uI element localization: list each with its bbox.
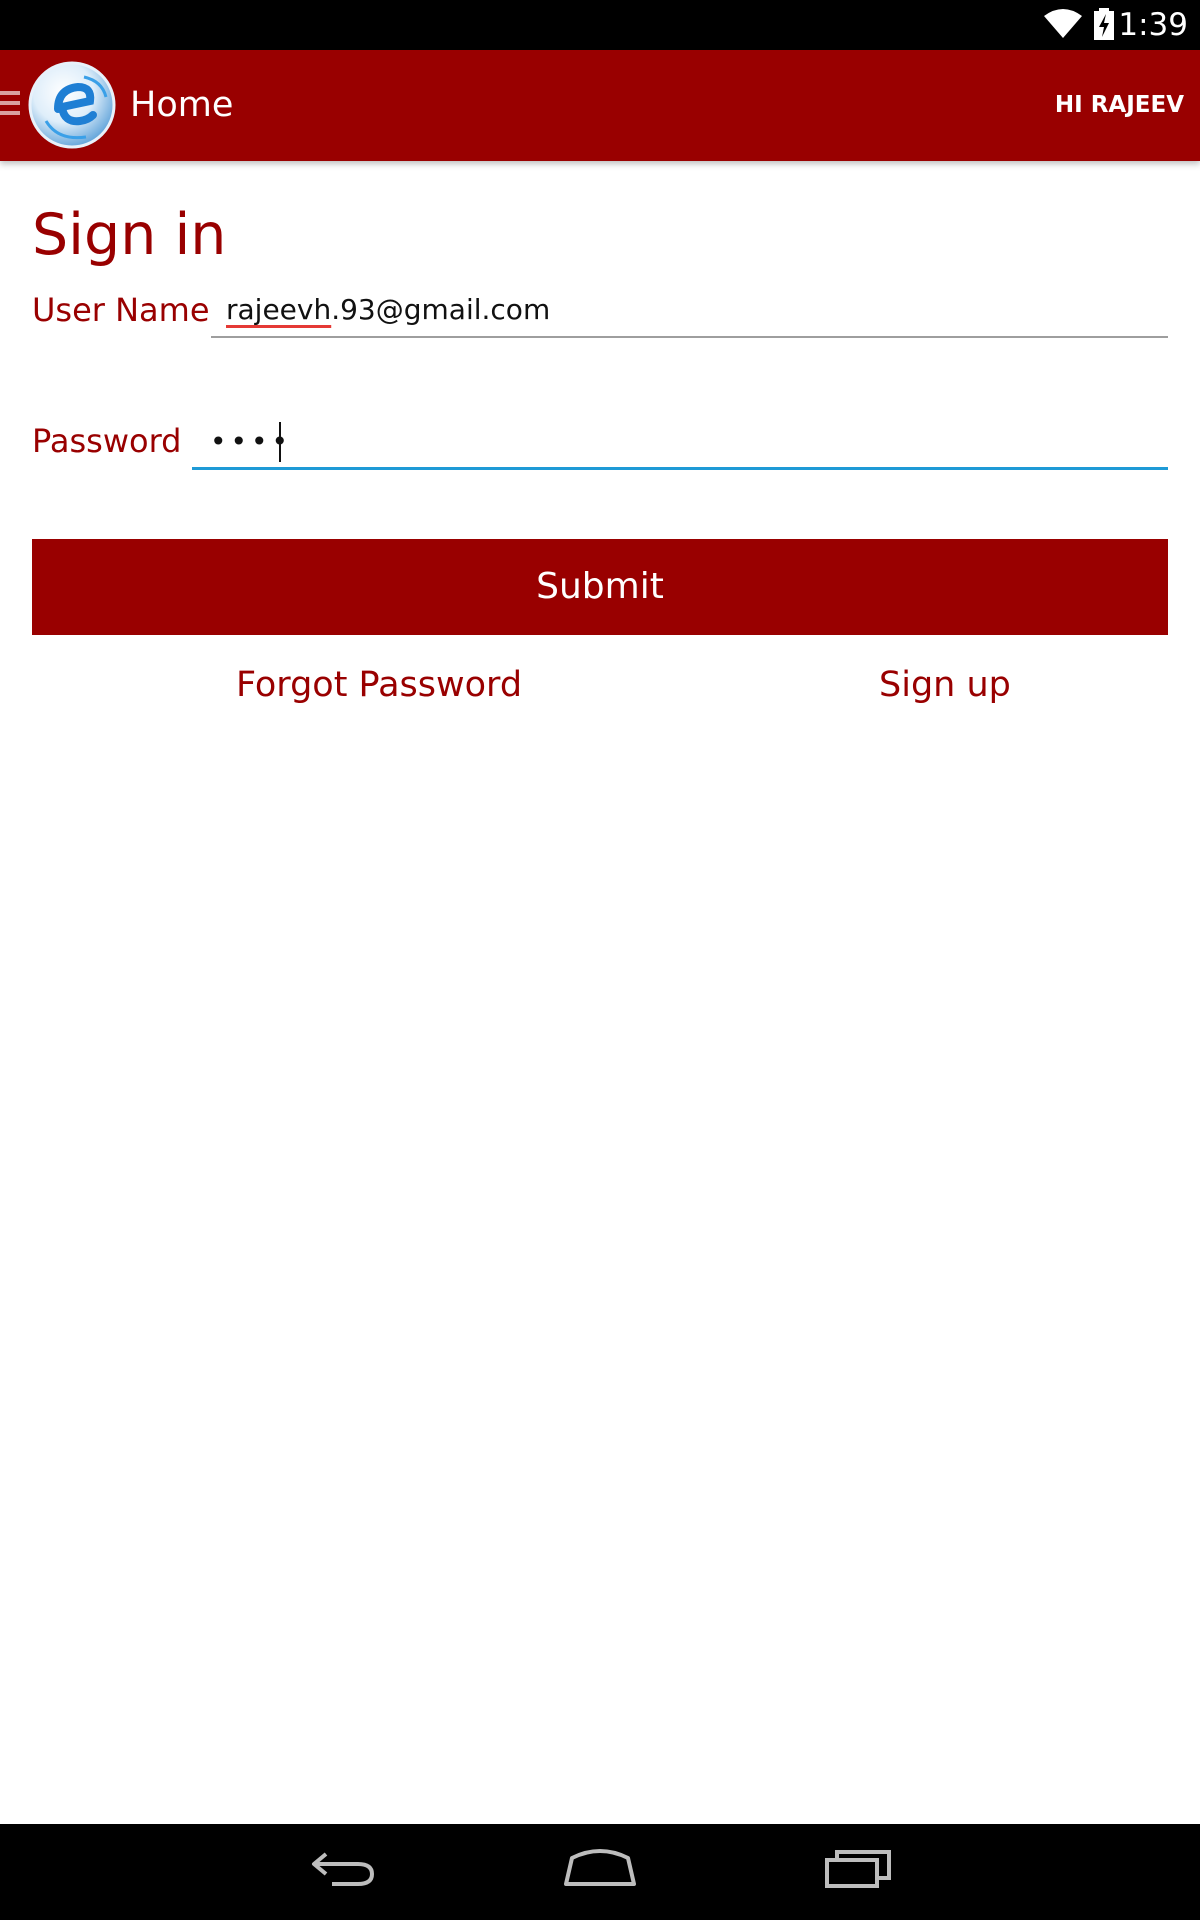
sign-up-link[interactable]: Sign up (879, 660, 1011, 710)
username-value-rest: .93@gmail.com (331, 293, 551, 326)
app-title: Home (130, 85, 234, 125)
username-label: User Name (32, 291, 210, 329)
username-value-misspelled: rajeevh (226, 293, 332, 326)
home-icon[interactable] (562, 1844, 638, 1894)
submit-button[interactable]: Submit (32, 539, 1168, 635)
navigation-bar (0, 1824, 1200, 1920)
hamburger-menu-icon[interactable] (0, 91, 22, 117)
password-label: Password (32, 422, 182, 460)
back-icon[interactable] (310, 1844, 376, 1894)
page-title: Sign in (32, 202, 227, 268)
text-cursor (279, 422, 281, 462)
battery-charging-icon (1094, 8, 1114, 40)
forgot-password-link[interactable]: Forgot Password (236, 660, 522, 710)
username-value: rajeevh.93@gmail.com (226, 288, 550, 332)
status-bar: 1:39 (0, 0, 1200, 50)
e-logo-icon[interactable] (28, 61, 116, 149)
clock-time: 1:39 (1118, 7, 1188, 43)
recents-icon[interactable] (823, 1844, 893, 1894)
password-field[interactable]: •••• (192, 417, 1168, 470)
user-greeting[interactable]: HI RAJEEV (1055, 50, 1184, 161)
app-bar: Home HI RAJEEV (0, 50, 1200, 161)
wifi-icon (1044, 9, 1082, 38)
username-field[interactable]: rajeevh.93@gmail.com (211, 288, 1168, 338)
